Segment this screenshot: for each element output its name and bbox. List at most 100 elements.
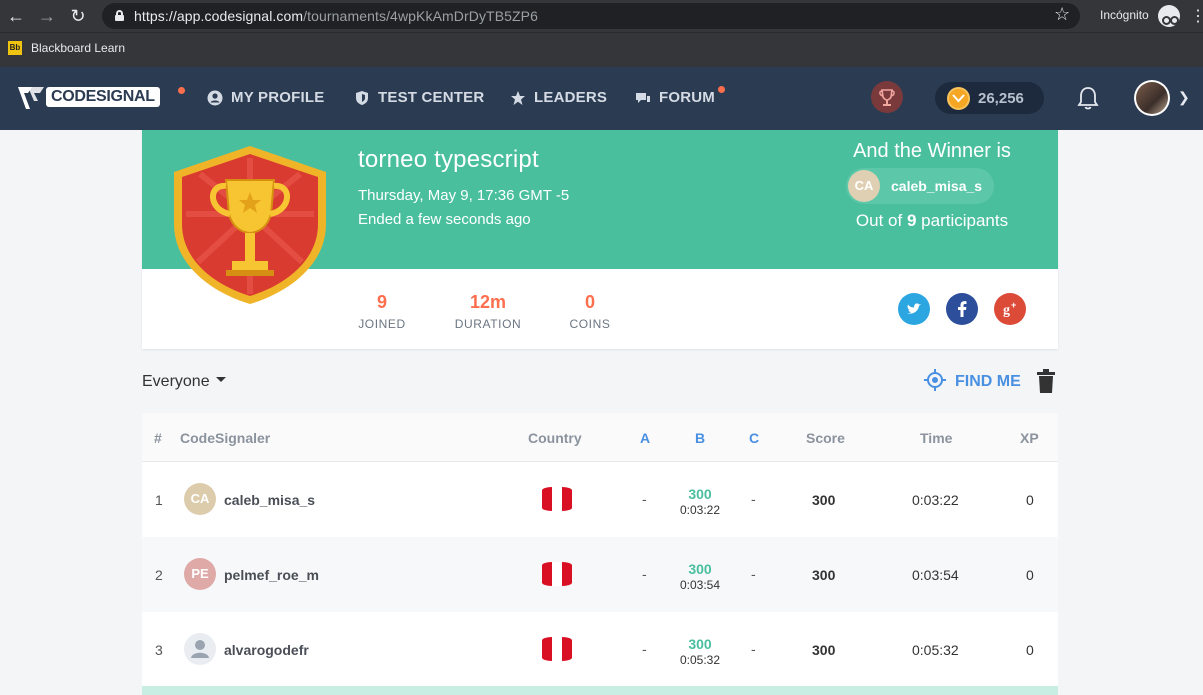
tournament-banner: torneo typescript Thursday, May 9, 17:36… [142, 130, 1058, 304]
coins-count: 26,256 [978, 90, 1024, 107]
bell-icon[interactable] [1076, 85, 1100, 111]
row-score: 300 [812, 492, 836, 508]
forward-arrow-icon[interactable]: → [36, 5, 58, 27]
coin-icon [947, 87, 970, 110]
address-bar-row: ← → ↻ https://app.codesignal.com/tournam… [0, 0, 1203, 32]
user-name[interactable]: alvarogodefr [224, 642, 309, 658]
row-score: 300 [812, 567, 836, 583]
tournament-date: Thursday, May 9, 17:36 GMT -5 [358, 187, 570, 204]
task-c-result: - [751, 491, 756, 507]
winner-avatar: CA [848, 170, 880, 202]
chat-icon [636, 93, 650, 103]
task-a-result: - [642, 491, 647, 507]
forum-notification-dot [718, 86, 725, 93]
highlighted-row-edge [142, 686, 1058, 695]
bookmark-star-icon[interactable]: ☆ [1054, 4, 1070, 25]
browser-menu-icon[interactable]: ⋮ [1190, 6, 1203, 26]
google-plus-share-icon[interactable]: g + [994, 293, 1026, 325]
participants-summary: Out of 9 participants [855, 211, 1009, 230]
stat-joined: 9 JOINED [358, 292, 406, 331]
trophy-shield-icon [174, 146, 326, 304]
facebook-share-icon[interactable] [946, 293, 978, 325]
table-row[interactable]: 3 alvarogodefr - 300 0:05:32 - 300 0:05:3… [142, 612, 1058, 687]
reload-icon[interactable]: ↻ [67, 5, 89, 27]
blackboard-icon: Bb [8, 41, 22, 55]
header-rank: # [154, 430, 162, 446]
url-bar[interactable]: https://app.codesignal.com/tournaments/4… [102, 3, 1080, 29]
task-a-result: - [642, 641, 647, 657]
audience-filter-dropdown[interactable]: Everyone [142, 373, 226, 391]
svg-text:+: + [1011, 300, 1016, 310]
row-rank: 2 [155, 567, 163, 583]
lock-icon [115, 10, 124, 21]
svg-text:g: g [1003, 303, 1010, 318]
tournament-status: Ended a few seconds ago [358, 211, 531, 228]
trophy-badge-button[interactable] [871, 81, 903, 113]
row-xp: 0 [1026, 492, 1034, 508]
leaderboard-table: # CodeSignaler Country A B C Score Time … [142, 413, 1058, 695]
logo-text: CODESIGNAL [46, 87, 160, 107]
task-a-result: - [642, 566, 647, 582]
back-arrow-icon[interactable]: ← [5, 5, 27, 27]
star-icon [511, 91, 525, 105]
caret-down-icon [215, 377, 226, 383]
shield-icon [356, 91, 368, 105]
url-text[interactable]: https://app.codesignal.com/tournaments/4… [134, 8, 538, 24]
row-xp: 0 [1026, 567, 1034, 583]
trophy-icon [879, 89, 895, 106]
winner-name: caleb_misa_s [891, 178, 983, 194]
winner-badge[interactable]: CA caleb_misa_s [846, 168, 994, 204]
task-b-result: 300 0:03:54 [679, 561, 721, 592]
codesignal-logo-icon [18, 87, 44, 109]
user-avatar[interactable]: PE [184, 558, 216, 590]
coins-balance[interactable]: 26,256 [935, 82, 1044, 114]
header-country: Country [528, 430, 582, 446]
winner-heading: And the Winner is [853, 140, 1011, 162]
bookmarks-bar: Bb Blackboard Learn [0, 32, 1203, 67]
task-c-result: - [751, 566, 756, 582]
row-xp: 0 [1026, 642, 1034, 658]
peru-flag-icon [542, 487, 572, 511]
browser-chrome: ← → ↻ https://app.codesignal.com/tournam… [0, 0, 1203, 67]
user-name[interactable]: pelmef_roe_m [224, 567, 319, 583]
user-circle-icon [207, 90, 223, 106]
crosshair-icon [924, 369, 946, 391]
header-b[interactable]: B [695, 430, 705, 446]
notification-dot [178, 87, 185, 94]
row-time: 0:03:54 [912, 567, 959, 583]
tournament-title: torneo typescript [358, 146, 539, 173]
task-b-result: 300 0:05:32 [679, 636, 721, 667]
header-codesignaler: CodeSignaler [180, 430, 271, 446]
bookmark-blackboard[interactable]: Blackboard Learn [31, 41, 125, 55]
app-header: CODESIGNAL MY PROFILE TEST CENTER LEADER… [0, 67, 1203, 130]
trash-icon[interactable] [1036, 369, 1056, 393]
chevron-down-icon[interactable]: ❯ [1178, 89, 1190, 106]
table-header: # CodeSignaler Country A B C Score Time … [142, 413, 1058, 462]
row-time: 0:05:32 [912, 642, 959, 658]
incognito-icon[interactable] [1158, 5, 1180, 27]
peru-flag-icon [542, 637, 572, 661]
table-row[interactable]: 1 CA caleb_misa_s - 300 0:03:22 - 300 0:0… [142, 462, 1058, 537]
tournament-card: torneo typescript Thursday, May 9, 17:36… [142, 130, 1058, 349]
row-rank: 3 [155, 642, 163, 658]
header-score: Score [806, 430, 845, 446]
header-time: Time [920, 430, 953, 446]
header-xp: XP [1020, 430, 1039, 446]
row-score: 300 [812, 642, 836, 658]
task-c-result: - [751, 641, 756, 657]
twitter-share-icon[interactable] [898, 293, 930, 325]
peru-flag-icon [542, 562, 572, 586]
stat-coins: 0 COINS [569, 292, 611, 331]
stat-duration: 12m DURATION [454, 292, 522, 331]
header-a[interactable]: A [640, 430, 650, 446]
default-avatar-icon[interactable] [184, 633, 216, 665]
table-row[interactable]: 2 PE pelmef_roe_m - 300 0:03:54 - 300 0:0… [142, 537, 1058, 612]
header-c[interactable]: C [749, 430, 759, 446]
incognito-label: Incógnito [1100, 8, 1149, 22]
user-avatar[interactable] [1134, 80, 1170, 116]
user-name[interactable]: caleb_misa_s [224, 492, 315, 508]
row-rank: 1 [155, 492, 163, 508]
row-time: 0:03:22 [912, 492, 959, 508]
user-avatar[interactable]: CA [184, 483, 216, 515]
find-me-button[interactable]: FIND ME [924, 369, 1021, 396]
